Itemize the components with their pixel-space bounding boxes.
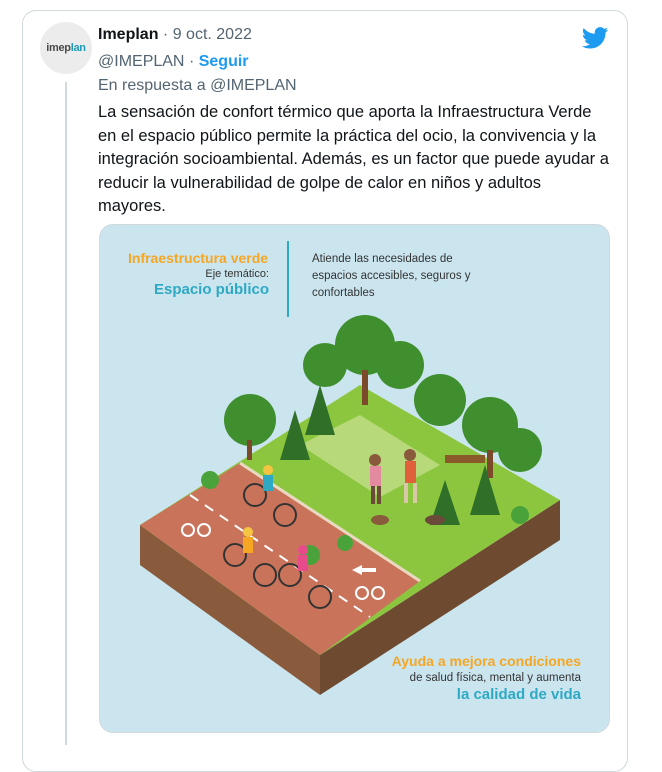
infographic-title: Infraestructura verde xyxy=(128,250,269,266)
infographic-bottom-text: de salud física, mental y aumenta xyxy=(409,672,581,684)
twitter-bird-icon[interactable] xyxy=(582,27,609,49)
infographic-divider xyxy=(287,241,289,317)
infographic-image[interactable]: Infraestructura verde Eje temático: Espa… xyxy=(99,224,610,733)
tweet-header: Imeplan · 9 oct. 2022 xyxy=(98,26,252,44)
avatar[interactable]: imeplan xyxy=(40,22,92,74)
author-handle[interactable]: @IMEPLAN xyxy=(98,53,184,70)
infographic-bottom-heading: Ayuda a mejora condiciones xyxy=(391,653,581,669)
infographic-topic: Espacio público xyxy=(153,281,269,298)
author-name[interactable]: Imeplan xyxy=(98,26,158,43)
thread-line xyxy=(65,82,67,745)
reply-to[interactable]: En respuesta a @IMEPLAN xyxy=(98,77,297,95)
follow-button[interactable]: Seguir xyxy=(199,53,249,70)
handle-row: @IMEPLAN · Seguir xyxy=(98,53,249,71)
infographic-bottom-highlight: la calidad de vida xyxy=(456,686,581,703)
infographic-description: Atiende las necesidades de espacios acce… xyxy=(312,253,471,299)
avatar-logo-text: imeplan xyxy=(46,42,86,54)
infographic-subtitle: Eje temático: xyxy=(205,268,269,280)
follow-separator: · xyxy=(188,53,195,70)
tweet-text: La sensación de confort térmico que apor… xyxy=(98,103,609,215)
date-separator: · xyxy=(162,26,169,43)
tweet-date[interactable]: 9 oct. 2022 xyxy=(173,26,252,43)
